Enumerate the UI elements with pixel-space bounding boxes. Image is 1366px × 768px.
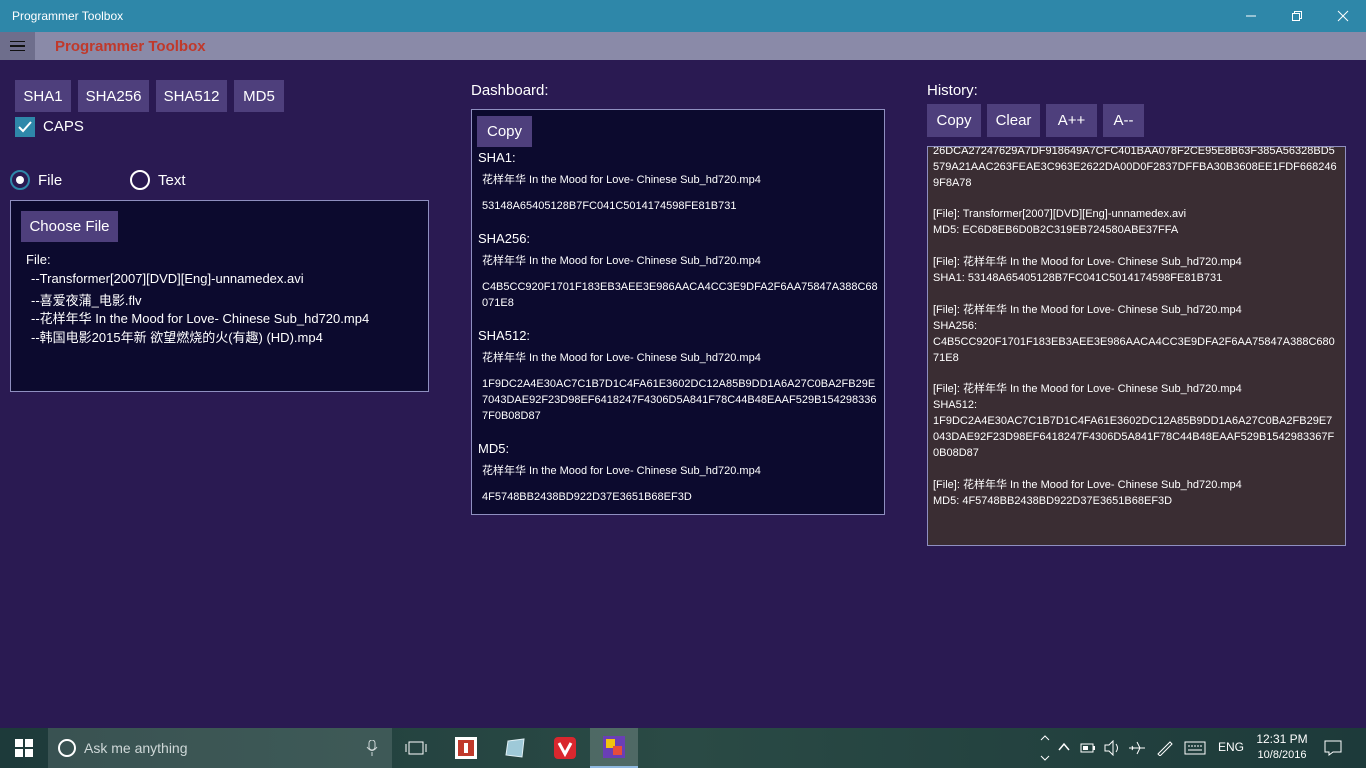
hamburger-icon xyxy=(10,40,25,43)
taskbar-app-programmer-toolbox[interactable] xyxy=(590,728,638,768)
app-title: Programmer Toolbox xyxy=(55,38,206,55)
list-item: --Transformer[2007][DVD][Eng]-unnamedex.… xyxy=(31,271,304,286)
history-line: C4B5CC920F1701F183EB3AEE3E986AACA4CC3E9D… xyxy=(933,336,1335,364)
choose-file-button[interactable]: Choose File xyxy=(21,211,118,242)
list-item: --韩国电影2015年新 欲望燃烧的火(有趣) (HD).mp4 xyxy=(31,330,323,345)
history-line: 26DCA27247629A7DF918649A7CFC401BAA078F2C… xyxy=(933,146,1337,189)
sha1-hash: 53148A65405128B7FC041C5014174598FE81B731 xyxy=(482,200,737,212)
md5-button[interactable]: MD5 xyxy=(234,80,284,112)
vivaldi-icon xyxy=(554,737,576,759)
file-radio[interactable] xyxy=(10,170,30,190)
chevron-up-icon[interactable] xyxy=(1058,742,1070,752)
md5-hash: 4F5748BB2438BD922D37E3651B68EF3D xyxy=(482,491,692,503)
clock[interactable]: 12:31 PM 10/8/2016 xyxy=(1252,732,1312,761)
history-line: [File]: 花样年华 In the Mood for Love- Chine… xyxy=(933,383,1242,395)
checkmark-icon xyxy=(18,121,32,133)
history-line: SHA512: xyxy=(933,399,978,411)
history-line: [File]: 花样年华 In the Mood for Love- Chine… xyxy=(933,304,1242,316)
task-view-button[interactable] xyxy=(392,728,440,768)
dashboard-panel: Copy SHA1: 花样年华 In the Mood for Love- Ch… xyxy=(471,109,885,515)
keyboard-icon[interactable] xyxy=(1184,741,1206,755)
md5-file: 花样年华 In the Mood for Love- Chinese Sub_h… xyxy=(482,465,761,477)
font-increase-button[interactable]: A++ xyxy=(1046,104,1097,137)
hamburger-icon-line xyxy=(10,45,25,47)
history-line: SHA256: xyxy=(933,320,978,332)
history-copy-button[interactable]: Copy xyxy=(927,104,981,137)
windows-icon xyxy=(15,739,33,757)
action-center-icon[interactable] xyxy=(1324,740,1342,756)
radio-dot xyxy=(16,176,24,184)
task-view-icon xyxy=(405,741,427,755)
pen-icon[interactable] xyxy=(1156,740,1174,756)
file-panel: Choose File File: --Transformer[2007][DV… xyxy=(10,200,429,392)
history-line: MD5: EC6D8EB6D0B2C319EB724580ABE37FFA xyxy=(933,224,1179,236)
taskbar-app-glass[interactable] xyxy=(491,728,539,768)
list-item: --喜爱夜蒲_电影.flv xyxy=(31,293,142,308)
history-line: [File]: 花样年华 In the Mood for Love- Chine… xyxy=(933,256,1242,268)
toolbox-icon xyxy=(603,736,625,758)
sha512-file: 花样年华 In the Mood for Love- Chinese Sub_h… xyxy=(482,352,761,364)
window-title: Programmer Toolbox xyxy=(12,9,124,23)
sha1-label: SHA1: xyxy=(478,150,516,165)
sha256-hash: C4B5CC920F1701F183EB3AEE3E986AACA4CC3E9D… xyxy=(482,281,878,309)
restore-button[interactable] xyxy=(1274,0,1320,32)
chevron-updown-icon xyxy=(1040,735,1050,761)
cortana-icon xyxy=(58,739,76,757)
sha512-label: SHA512: xyxy=(478,328,531,343)
start-button[interactable] xyxy=(0,728,48,768)
history-line: [File]: 花样年华 In the Mood for Love- Chine… xyxy=(933,479,1242,491)
md5-label: MD5: xyxy=(478,441,510,456)
airplane-icon[interactable] xyxy=(1128,740,1146,756)
sha1-file: 花样年华 In the Mood for Love- Chinese Sub_h… xyxy=(482,174,761,186)
history-line: [File]: Transformer[2007][DVD][Eng]-unna… xyxy=(933,208,1187,220)
microphone-icon[interactable] xyxy=(366,740,378,756)
dashboard-copy-button[interactable]: Copy xyxy=(477,116,532,147)
file-heading: File: xyxy=(26,252,51,267)
font-decrease-button[interactable]: A-- xyxy=(1103,104,1144,137)
volume-icon[interactable] xyxy=(1104,740,1122,756)
clock-date: 10/8/2016 xyxy=(1257,749,1307,761)
sha256-file: 花样年华 In the Mood for Love- Chinese Sub_h… xyxy=(482,255,761,267)
sha256-button[interactable]: SHA256 xyxy=(78,80,149,112)
minimize-icon xyxy=(1246,15,1256,17)
close-button[interactable] xyxy=(1320,0,1366,32)
language-indicator[interactable]: ENG xyxy=(1218,740,1244,754)
app-bar: Programmer Toolbox xyxy=(0,32,1366,60)
file-radio-label: File xyxy=(38,172,63,189)
sha256-label: SHA256: xyxy=(478,231,531,246)
dashboard-heading: Dashboard: xyxy=(471,82,549,99)
sha512-hash: 1F9DC2A4E30AC7C1B7D1C4FA61E3602DC12A85B9… xyxy=(482,378,877,422)
history-heading: History: xyxy=(927,82,978,99)
text-radio-label: Text xyxy=(158,172,186,189)
cortana-search-box[interactable]: Ask me anything xyxy=(48,728,392,768)
text-radio[interactable] xyxy=(130,170,150,190)
app-glass-icon xyxy=(505,738,525,758)
clock-time: 12:31 PM xyxy=(1256,732,1308,746)
app-red-icon xyxy=(455,737,477,759)
history-clear-button[interactable]: Clear xyxy=(987,104,1040,137)
search-placeholder: Ask me anything xyxy=(84,740,188,756)
list-item: --花样年华 In the Mood for Love- Chinese Sub… xyxy=(31,311,370,326)
taskbar-app-vivaldi[interactable] xyxy=(541,728,589,768)
taskbar-app-red[interactable] xyxy=(442,728,490,768)
history-line: 1F9DC2A4E30AC7C1B7D1C4FA61E3602DC12A85B9… xyxy=(933,415,1335,459)
minimize-button[interactable] xyxy=(1228,0,1274,32)
restore-icon xyxy=(1292,11,1302,21)
caps-label: CAPS xyxy=(43,118,84,135)
history-line: MD5: 4F5748BB2438BD922D37E3651B68EF3D xyxy=(933,495,1173,507)
sha1-button[interactable]: SHA1 xyxy=(15,80,71,112)
history-line: SHA1: 53148A65405128B7FC041C5014174598FE… xyxy=(933,272,1223,284)
window-titlebar: Programmer Toolbox xyxy=(0,0,1366,32)
hamburger-icon-line xyxy=(10,49,25,52)
battery-icon[interactable] xyxy=(1080,741,1096,755)
tray-scroll[interactable] xyxy=(1036,728,1054,768)
sha512-button[interactable]: SHA512 xyxy=(156,80,227,112)
close-icon xyxy=(1337,10,1349,22)
caps-checkbox[interactable] xyxy=(15,117,35,137)
history-panel[interactable]: 26DCA27247629A7DF918649A7CFC401BAA078F2C… xyxy=(927,146,1346,546)
taskbar: Ask me anything ENG 12:31 PM 10/8/2016 xyxy=(0,728,1366,768)
hamburger-menu-button[interactable] xyxy=(0,32,35,60)
